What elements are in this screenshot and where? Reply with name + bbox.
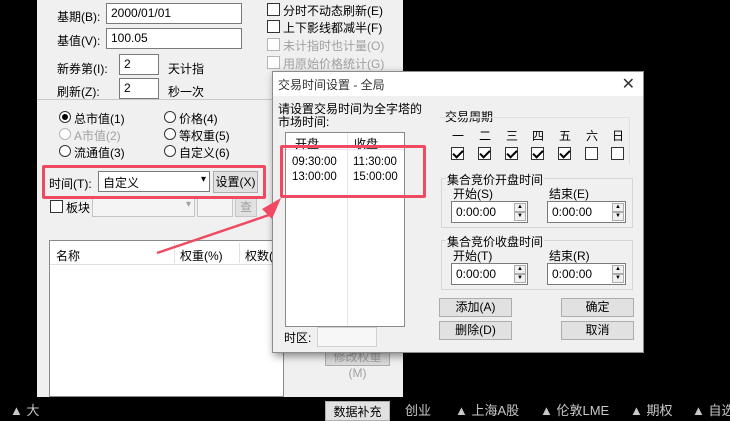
data-fill-button-overlay[interactable]: 数据补充 [325,401,390,421]
annotation-arrow [156,198,281,255]
annotation-arrow-line [156,212,273,255]
